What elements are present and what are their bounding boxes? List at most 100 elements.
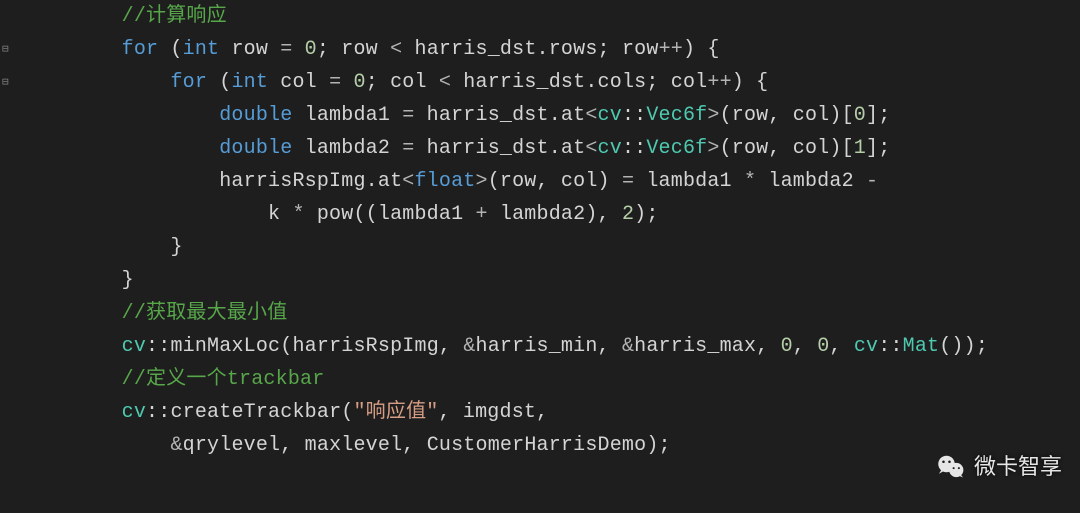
token-punc: , — [402, 434, 426, 457]
token-punc: ()); — [939, 335, 988, 358]
token-type: int — [183, 38, 220, 61]
token-punc: ]; — [866, 137, 890, 160]
token-punc: , — [768, 137, 792, 160]
token-number: 0 — [781, 335, 793, 358]
code-line[interactable]: double lambda1 = harris_dst.at<cv::Vec6f… — [24, 99, 988, 132]
token-class: Vec6f — [646, 137, 707, 160]
code-area[interactable]: //计算响应 for (int row = 0; row < harris_ds… — [18, 0, 988, 513]
token-ident: col — [793, 104, 830, 127]
token-ident: harris_dst — [414, 104, 548, 127]
token-punc: } — [122, 269, 134, 292]
token-punc: . — [585, 71, 597, 94]
token-type: double — [219, 137, 292, 160]
token-punc: ( — [158, 38, 182, 61]
token-punc: ( — [488, 170, 500, 193]
token-punc: , — [537, 170, 561, 193]
token-ident: harrisRspImg — [292, 335, 438, 358]
token-punc: ]; — [866, 104, 890, 127]
token-type: int — [231, 71, 268, 94]
token-punc: ( — [720, 104, 732, 127]
token-comment: //定义一个trackbar — [122, 368, 325, 391]
token-op: = — [280, 38, 292, 61]
token-op: * — [292, 203, 304, 226]
token-punc: ( — [207, 71, 231, 94]
wechat-icon — [936, 452, 966, 482]
token-ident: col — [671, 71, 708, 94]
code-line[interactable]: } — [24, 264, 988, 297]
token-punc: ); — [646, 434, 670, 457]
token-type: double — [219, 104, 292, 127]
token-ident: row — [732, 137, 769, 160]
token-number: 2 — [622, 203, 634, 226]
token-punc: , — [793, 335, 817, 358]
token-punc: ; — [646, 71, 670, 94]
token-punc: . — [549, 104, 561, 127]
code-line[interactable]: double lambda2 = harris_dst.at<cv::Vec6f… — [24, 132, 988, 165]
token-ident: row — [341, 38, 390, 61]
token-op: - — [866, 170, 878, 193]
token-ident: at — [561, 104, 585, 127]
code-line[interactable]: cv::createTrackbar("响应值", imgdst, — [24, 396, 988, 429]
token-ident: at — [378, 170, 402, 193]
token-ident: createTrackbar — [170, 401, 341, 424]
token-punc: ( — [720, 137, 732, 160]
token-ns: cv — [122, 401, 146, 424]
token-ns: cv — [598, 104, 622, 127]
token-ident: harris_dst — [402, 38, 536, 61]
token-punc: :: — [146, 401, 170, 424]
code-line[interactable]: //计算响应 — [24, 0, 988, 33]
fold-toggle-icon[interactable]: ⊟ — [2, 74, 9, 92]
code-line[interactable]: } — [24, 231, 988, 264]
token-type: float — [414, 170, 475, 193]
token-punc: )[ — [829, 137, 853, 160]
token-punc: ; — [598, 38, 622, 61]
token-op: + — [476, 203, 488, 226]
gutter: ⊟⊟ — [0, 0, 18, 513]
token-ident: at — [561, 137, 585, 160]
token-op: < — [585, 104, 597, 127]
token-ident: harrisRspImg — [219, 170, 365, 193]
token-ident: row — [500, 170, 537, 193]
token-op: < — [402, 170, 414, 193]
token-comment: //获取最大最小值 — [122, 302, 288, 325]
token-ident: lambda1 — [292, 104, 402, 127]
token-ident: row — [219, 38, 280, 61]
token-punc: ) { — [683, 38, 720, 61]
code-line[interactable]: for (int col = 0; col < harris_dst.cols;… — [24, 66, 988, 99]
code-line[interactable]: //获取最大最小值 — [24, 297, 988, 330]
token-punc: . — [366, 170, 378, 193]
token-ident: col — [268, 71, 329, 94]
code-line[interactable]: for (int row = 0; row < harris_dst.rows;… — [24, 33, 988, 66]
code-line[interactable]: k * pow((lambda1 + lambda2), 2); — [24, 198, 988, 231]
token-keyword: for — [122, 38, 159, 61]
token-ident: maxlevel — [305, 434, 403, 457]
token-punc: (( — [353, 203, 377, 226]
code-line[interactable]: &qrylevel, maxlevel, CustomerHarrisDemo)… — [24, 429, 988, 462]
token-punc: , — [756, 335, 780, 358]
token-punc: ( — [341, 401, 353, 424]
fold-toggle-icon[interactable]: ⊟ — [2, 41, 9, 59]
watermark-label: 微卡智享 — [974, 449, 1062, 485]
code-line[interactable]: cv::minMaxLoc(harrisRspImg, &harris_min,… — [24, 330, 988, 363]
token-punc: , — [768, 104, 792, 127]
token-punc: , — [438, 401, 462, 424]
code-line[interactable]: //定义一个trackbar — [24, 363, 988, 396]
token-ident: harris_dst — [414, 137, 548, 160]
token-ident: imgdst — [463, 401, 536, 424]
token-ident: harris_min — [476, 335, 598, 358]
token-ns: cv — [598, 137, 622, 160]
token-op: & — [622, 335, 634, 358]
watermark: 微卡智享 — [936, 449, 1062, 485]
token-number: 0 — [305, 38, 317, 61]
token-ns: cv — [854, 335, 878, 358]
token-ident: cols — [598, 71, 647, 94]
token-ident: minMaxLoc — [170, 335, 280, 358]
token-ns: cv — [122, 335, 146, 358]
token-op: ++ — [707, 71, 731, 94]
token-punc: :: — [878, 335, 902, 358]
code-editor[interactable]: ⊟⊟ //计算响应 for (int row = 0; row < harris… — [0, 0, 1080, 513]
token-punc: , — [439, 335, 463, 358]
token-op: < — [585, 137, 597, 160]
code-line[interactable]: harrisRspImg.at<float>(row, col) = lambd… — [24, 165, 988, 198]
token-op: = — [622, 170, 634, 193]
